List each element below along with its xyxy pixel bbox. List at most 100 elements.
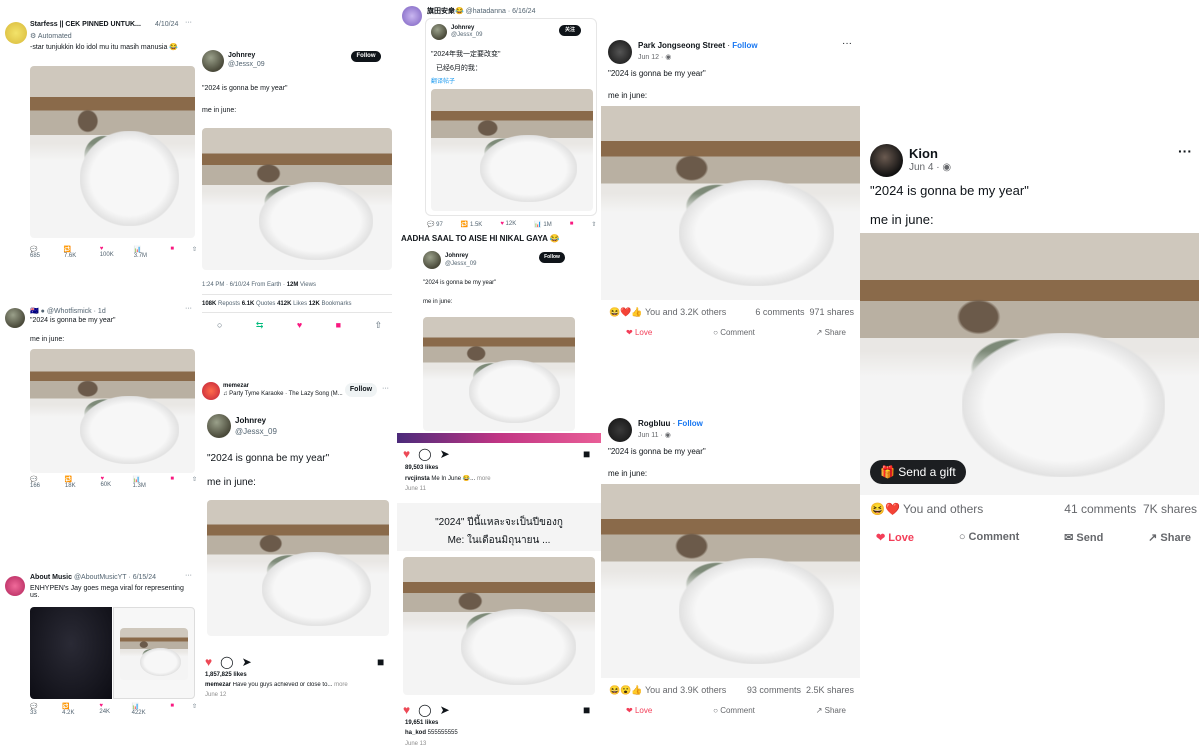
reply-button[interactable]: 💬 97 [427,221,443,228]
author-handle[interactable]: 🇦🇺 ● @Whotfismick · 1d [30,307,106,315]
comment-button[interactable]: ○ Comment [713,706,755,715]
tweet-date[interactable]: 6/15/24 [133,574,156,581]
author-name[interactable]: About Music [30,574,72,581]
share-icon[interactable]: ➤ [440,447,450,461]
reactions-summary[interactable]: 😆❤️👍 You and 3.2K others [609,307,726,318]
send-button[interactable]: ✉ Send [1064,531,1103,544]
retweet-button[interactable]: 🔁 18K [65,476,83,489]
author-name[interactable]: Rogbluu [638,419,670,428]
retweet-button[interactable]: 🔁 4.2K [62,703,81,716]
more-link[interactable]: more [475,476,491,482]
post-photo[interactable] [860,233,1199,495]
bookmark-icon[interactable]: ■ [170,476,174,489]
bookmarks-count[interactable]: 12K [309,301,320,307]
caption-user[interactable]: memezar [205,682,231,688]
bookmark-icon[interactable]: ■ [170,246,174,259]
save-icon[interactable]: ■ [583,703,590,717]
author-handle[interactable]: @hatadanna [466,8,506,15]
post-photo[interactable] [207,500,389,636]
love-button[interactable]: ❤ Love [876,531,914,544]
like-icon[interactable]: ♥ [403,447,410,461]
reply-icon[interactable]: ○ [217,320,222,331]
more-icon[interactable]: ··· [185,572,192,579]
avatar[interactable] [5,308,25,328]
bookmark-icon[interactable]: ■ [570,221,574,228]
like-icon[interactable]: ♥ [297,320,302,331]
bookmark-icon[interactable]: ■ [170,703,174,716]
share-button[interactable]: ↗ Share [1148,531,1191,544]
follow-link[interactable]: Follow [678,419,703,428]
author-name[interactable]: Starfess || CEK PINNED UNTUK... [30,21,141,28]
love-button[interactable]: ❤ Love [626,706,652,715]
views-button[interactable]: 📊 1.3M [133,476,153,489]
share-button[interactable]: ↗ Share [816,328,846,337]
like-button[interactable]: ♥ 12K [500,221,516,228]
follow-button[interactable]: Follow [351,51,381,62]
tweet-photo[interactable] [30,66,195,238]
like-button[interactable]: ♥ 24K [99,703,113,716]
like-button[interactable]: ♥ 100K [100,246,116,259]
love-button[interactable]: ❤ Love [626,328,652,337]
shares-count[interactable]: 2.5K shares [806,685,854,695]
retweet-icon[interactable]: ⇆ [256,320,264,331]
comment-icon[interactable]: ◯ [418,703,431,717]
tweet-photo[interactable] [30,349,195,473]
quotes-count[interactable]: 6.1K [242,301,255,307]
shares-count[interactable]: 7K shares [1143,502,1197,516]
likes-count[interactable]: 412K [277,301,291,307]
shares-count[interactable]: 971 shares [809,307,854,317]
share-icon[interactable]: ➤ [242,655,252,669]
likes-count[interactable]: 1,857,825 likes [205,672,247,678]
share-icon[interactable]: ➤ [440,703,450,717]
save-icon[interactable]: ■ [377,655,384,669]
quoted-tweet[interactable]: Johnrey @Jessx_09 关注 "2024年我一定要改变" 已经6月的… [425,18,597,216]
comment-icon[interactable]: ◯ [220,655,233,669]
avatar[interactable] [202,382,220,400]
share-icon[interactable]: ⇧ [374,320,382,331]
tweet-photo[interactable] [202,128,392,270]
author-handle[interactable]: @AboutMusicYT [74,574,127,581]
tweet-photo-right[interactable] [113,607,195,699]
post-photo[interactable] [403,557,595,695]
reactions-summary[interactable]: 😆❤️ You and others [870,502,983,516]
more-link[interactable]: more [332,682,348,688]
post-date[interactable]: Jun 12 · ◉ [638,53,671,61]
avatar[interactable] [5,576,25,596]
reply-button[interactable]: 💬 33 [30,703,44,716]
avatar[interactable] [608,40,632,64]
send-gift-button[interactable]: 🎁 Send a gift [870,460,966,484]
more-icon[interactable]: ··· [842,38,852,49]
author-name[interactable]: Johnrey [228,52,255,59]
retweet-button[interactable]: 🔁 7.6K [64,246,82,259]
reply-button[interactable]: 💬 166 [30,476,47,489]
reply-button[interactable]: 💬 685 [30,246,46,259]
likes-count[interactable]: 89,503 likes [405,465,438,471]
post-date[interactable]: Jun 11 · ◉ [638,431,671,439]
like-button[interactable]: ♥ 60K [100,476,114,489]
comments-count[interactable]: 41 comments [1064,502,1136,516]
caption-user[interactable]: ha_kod [405,730,426,736]
avatar[interactable] [402,6,422,26]
avatar[interactable] [870,144,903,177]
views-button[interactable]: 📊 1M [534,221,551,228]
more-icon[interactable]: ··· [185,19,192,26]
post-photo[interactable] [601,484,860,678]
comment-button[interactable]: ○ Comment [713,328,755,337]
tweet-photo-left[interactable] [30,607,112,699]
avatar[interactable] [202,50,224,72]
share-icon[interactable]: ⇧ [591,221,596,228]
avatar[interactable] [5,22,27,44]
more-icon[interactable]: ··· [382,385,389,392]
caption-user[interactable]: rvcjinsta [405,476,430,482]
save-icon[interactable]: ■ [583,447,590,461]
follow-link[interactable]: Follow [732,41,757,50]
follow-button[interactable]: Follow [345,383,377,397]
views-button[interactable]: 📊 422K [132,703,153,716]
meme-photo[interactable] [423,317,575,431]
likes-count[interactable]: 19,651 likes [405,720,438,726]
author-handle[interactable]: @Jessx_09 [228,61,265,68]
like-icon[interactable]: ♥ [403,703,410,717]
audio-label[interactable]: ♫ Party Tyme Karaoke · The Lazy Song (M.… [223,391,343,397]
avatar[interactable] [608,418,632,442]
author-name[interactable]: Park Jongseong Street [638,41,725,50]
